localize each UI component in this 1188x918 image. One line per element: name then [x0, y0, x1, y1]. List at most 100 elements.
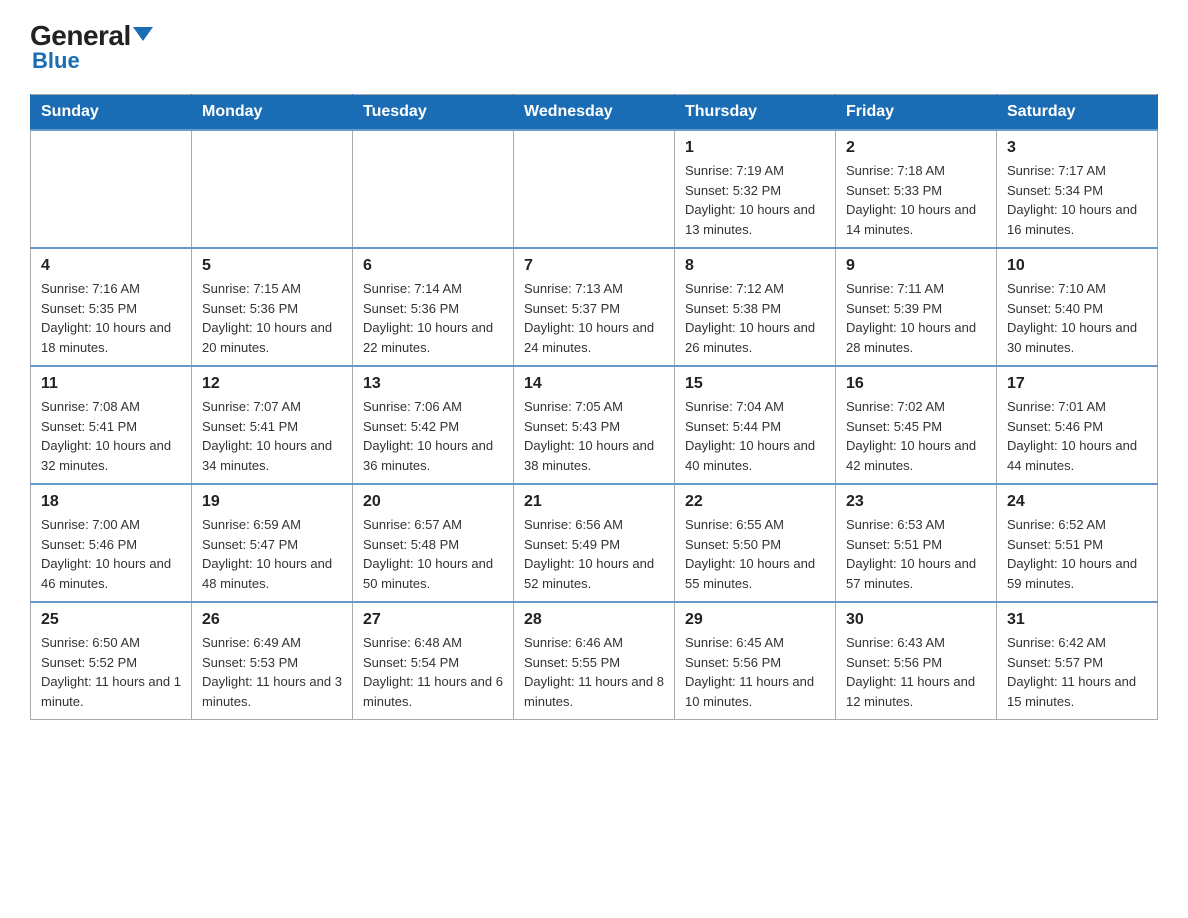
calendar-cell: 19 Sunrise: 6:59 AMSunset: 5:47 PMDayligh… [192, 484, 353, 602]
calendar-cell: 29 Sunrise: 6:45 AMSunset: 5:56 PMDayligh… [675, 602, 836, 720]
day-number: 23 [846, 493, 986, 511]
day-number: 27 [363, 611, 503, 629]
day-info: Sunrise: 6:42 AMSunset: 5:57 PMDaylight:… [1007, 633, 1147, 711]
calendar-cell: 17 Sunrise: 7:01 AMSunset: 5:46 PMDayligh… [997, 366, 1158, 484]
day-info: Sunrise: 7:11 AMSunset: 5:39 PMDaylight:… [846, 279, 986, 357]
calendar-cell: 5Sunrise: 7:15 AMSunset: 5:36 PMDaylight… [192, 248, 353, 366]
calendar-week-row: 25 Sunrise: 6:50 AMSunset: 5:52 PMDayligh… [31, 602, 1158, 720]
day-info: Sunrise: 6:57 AMSunset: 5:48 PMDaylight:… [363, 515, 503, 593]
logo-blue: Blue [32, 48, 80, 74]
day-info: Sunrise: 7:16 AMSunset: 5:35 PMDaylight:… [41, 279, 181, 357]
day-info: Sunrise: 6:49 AMSunset: 5:53 PMDaylight:… [202, 633, 342, 711]
day-number: 9 [846, 257, 986, 275]
logo: General Blue [30, 20, 153, 74]
day-info: Sunrise: 6:59 AMSunset: 5:47 PMDaylight:… [202, 515, 342, 593]
page-header: General Blue [30, 20, 1158, 74]
day-info: Sunrise: 6:56 AMSunset: 5:49 PMDaylight:… [524, 515, 664, 593]
calendar-cell: 26 Sunrise: 6:49 AMSunset: 5:53 PMDayligh… [192, 602, 353, 720]
calendar-week-row: 4 Sunrise: 7:16 AMSunset: 5:35 PMDaylight… [31, 248, 1158, 366]
day-info: Sunrise: 6:48 AMSunset: 5:54 PMDaylight:… [363, 633, 503, 711]
calendar-cell: 9 Sunrise: 7:11 AMSunset: 5:39 PMDaylight… [836, 248, 997, 366]
day-info: Sunrise: 6:52 AMSunset: 5:51 PMDaylight:… [1007, 515, 1147, 593]
day-number: 6 [363, 257, 503, 275]
calendar-cell: 6 Sunrise: 7:14 AMSunset: 5:36 PMDaylight… [353, 248, 514, 366]
day-info: Sunrise: 7:01 AMSunset: 5:46 PMDaylight:… [1007, 397, 1147, 475]
calendar-cell: 4 Sunrise: 7:16 AMSunset: 5:35 PMDaylight… [31, 248, 192, 366]
day-number: 4 [41, 257, 181, 275]
day-number: 24 [1007, 493, 1147, 511]
day-number: 14 [524, 375, 664, 393]
day-info: Sunrise: 7:02 AMSunset: 5:45 PMDaylight:… [846, 397, 986, 475]
calendar-cell: 18Sunrise: 7:00 AMSunset: 5:46 PMDayligh… [31, 484, 192, 602]
calendar-cell: 23 Sunrise: 6:53 AMSunset: 5:51 PMDayligh… [836, 484, 997, 602]
calendar-table: SundayMondayTuesdayWednesdayThursdayFrid… [30, 94, 1158, 720]
day-info: Sunrise: 7:05 AMSunset: 5:43 PMDaylight:… [524, 397, 664, 475]
day-number: 12 [202, 375, 342, 393]
day-info: Sunrise: 7:15 AMSunset: 5:36 PMDaylight:… [202, 279, 342, 357]
calendar-week-row: 18Sunrise: 7:00 AMSunset: 5:46 PMDayligh… [31, 484, 1158, 602]
day-number: 29 [685, 611, 825, 629]
calendar-cell: 22 Sunrise: 6:55 AMSunset: 5:50 PMDayligh… [675, 484, 836, 602]
calendar-cell: 27 Sunrise: 6:48 AMSunset: 5:54 PMDayligh… [353, 602, 514, 720]
day-header-saturday: Saturday [997, 95, 1158, 131]
day-number: 18 [41, 493, 181, 511]
day-info: Sunrise: 6:50 AMSunset: 5:52 PMDaylight:… [41, 633, 181, 711]
day-info: Sunrise: 7:14 AMSunset: 5:36 PMDaylight:… [363, 279, 503, 357]
calendar-cell: 2 Sunrise: 7:18 AMSunset: 5:33 PMDaylight… [836, 130, 997, 248]
calendar-cell: 8Sunrise: 7:12 AMSunset: 5:38 PMDaylight… [675, 248, 836, 366]
calendar-cell: 24 Sunrise: 6:52 AMSunset: 5:51 PMDayligh… [997, 484, 1158, 602]
day-number: 25 [41, 611, 181, 629]
day-number: 26 [202, 611, 342, 629]
day-info: Sunrise: 7:13 AMSunset: 5:37 PMDaylight:… [524, 279, 664, 357]
calendar-cell: 11 Sunrise: 7:08 AMSunset: 5:41 PMDayligh… [31, 366, 192, 484]
day-info: Sunrise: 7:08 AMSunset: 5:41 PMDaylight:… [41, 397, 181, 475]
day-number: 7 [524, 257, 664, 275]
day-header-sunday: Sunday [31, 95, 192, 131]
day-number: 21 [524, 493, 664, 511]
day-info: Sunrise: 7:06 AMSunset: 5:42 PMDaylight:… [363, 397, 503, 475]
day-info: Sunrise: 6:43 AMSunset: 5:56 PMDaylight:… [846, 633, 986, 711]
day-number: 28 [524, 611, 664, 629]
day-info: Sunrise: 7:10 AMSunset: 5:40 PMDaylight:… [1007, 279, 1147, 357]
calendar-cell [192, 130, 353, 248]
day-number: 19 [202, 493, 342, 511]
day-number: 20 [363, 493, 503, 511]
day-info: Sunrise: 6:45 AMSunset: 5:56 PMDaylight:… [685, 633, 825, 711]
day-info: Sunrise: 6:55 AMSunset: 5:50 PMDaylight:… [685, 515, 825, 593]
calendar-cell: 30 Sunrise: 6:43 AMSunset: 5:56 PMDayligh… [836, 602, 997, 720]
calendar-cell: 7 Sunrise: 7:13 AMSunset: 5:37 PMDaylight… [514, 248, 675, 366]
calendar-cell: 15 Sunrise: 7:04 AMSunset: 5:44 PMDayligh… [675, 366, 836, 484]
day-header-monday: Monday [192, 95, 353, 131]
day-number: 1 [685, 139, 825, 157]
calendar-cell: 10Sunrise: 7:10 AMSunset: 5:40 PMDayligh… [997, 248, 1158, 366]
day-info: Sunrise: 7:04 AMSunset: 5:44 PMDaylight:… [685, 397, 825, 475]
logo-triangle-icon [133, 27, 153, 41]
calendar-cell: 12 Sunrise: 7:07 AMSunset: 5:41 PMDayligh… [192, 366, 353, 484]
day-header-wednesday: Wednesday [514, 95, 675, 131]
day-header-thursday: Thursday [675, 95, 836, 131]
calendar-week-row: 11 Sunrise: 7:08 AMSunset: 5:41 PMDayligh… [31, 366, 1158, 484]
calendar-cell: 25 Sunrise: 6:50 AMSunset: 5:52 PMDayligh… [31, 602, 192, 720]
calendar-cell [514, 130, 675, 248]
day-number: 30 [846, 611, 986, 629]
calendar-cell: 20 Sunrise: 6:57 AMSunset: 5:48 PMDayligh… [353, 484, 514, 602]
calendar-cell [353, 130, 514, 248]
day-info: Sunrise: 6:53 AMSunset: 5:51 PMDaylight:… [846, 515, 986, 593]
day-info: Sunrise: 7:12 AMSunset: 5:38 PMDaylight:… [685, 279, 825, 357]
day-number: 22 [685, 493, 825, 511]
calendar-cell: 13Sunrise: 7:06 AMSunset: 5:42 PMDayligh… [353, 366, 514, 484]
calendar-cell: 3Sunrise: 7:17 AMSunset: 5:34 PMDaylight… [997, 130, 1158, 248]
calendar-week-row: 1Sunrise: 7:19 AMSunset: 5:32 PMDaylight… [31, 130, 1158, 248]
day-number: 31 [1007, 611, 1147, 629]
day-info: Sunrise: 7:07 AMSunset: 5:41 PMDaylight:… [202, 397, 342, 475]
calendar-cell: 14 Sunrise: 7:05 AMSunset: 5:43 PMDayligh… [514, 366, 675, 484]
day-header-friday: Friday [836, 95, 997, 131]
day-number: 2 [846, 139, 986, 157]
calendar-header-row: SundayMondayTuesdayWednesdayThursdayFrid… [31, 95, 1158, 131]
day-info: Sunrise: 7:18 AMSunset: 5:33 PMDaylight:… [846, 161, 986, 239]
day-number: 11 [41, 375, 181, 393]
calendar-cell: 31 Sunrise: 6:42 AMSunset: 5:57 PMDayligh… [997, 602, 1158, 720]
day-number: 15 [685, 375, 825, 393]
day-number: 17 [1007, 375, 1147, 393]
calendar-cell: 21 Sunrise: 6:56 AMSunset: 5:49 PMDayligh… [514, 484, 675, 602]
